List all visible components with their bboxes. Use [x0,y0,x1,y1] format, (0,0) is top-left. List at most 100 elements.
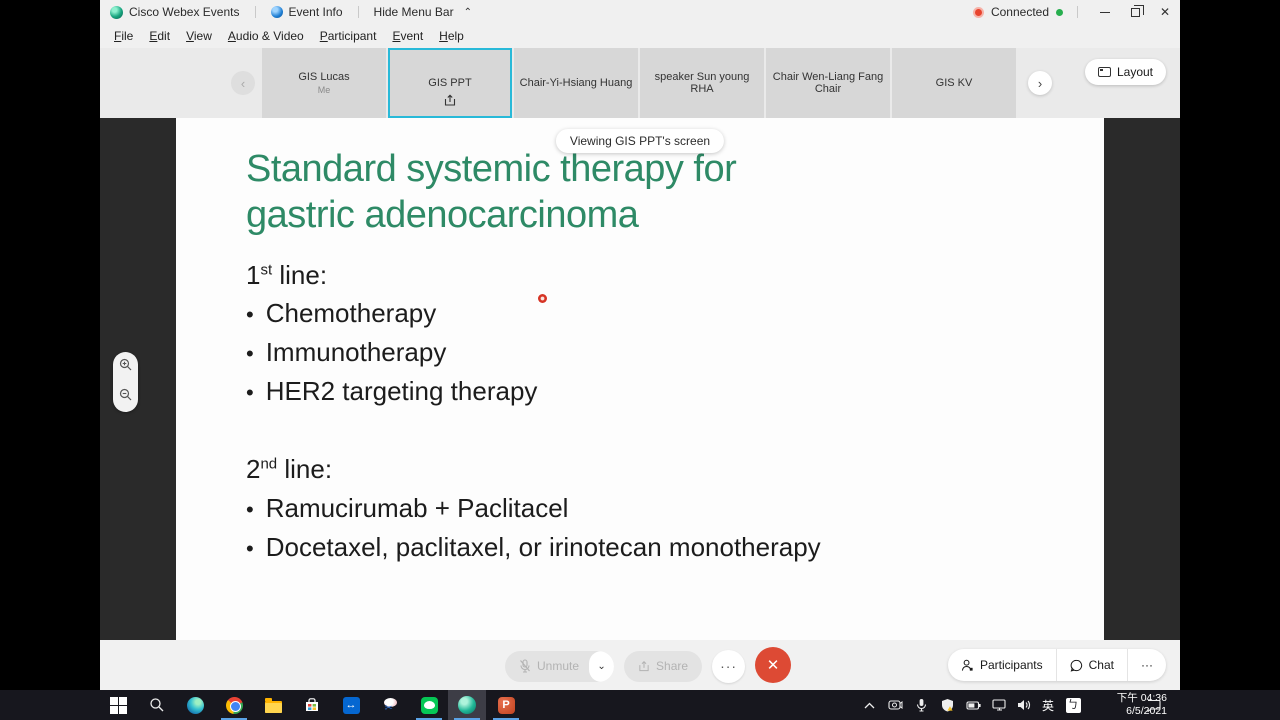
line-icon[interactable] [410,690,448,720]
webex-window: Cisco Webex Events Event Info Hide Menu … [100,0,1180,690]
connection-status: Connected [991,5,1049,19]
tray-ime-mode[interactable]: ㄅ [1060,690,1086,720]
participants-button[interactable]: Participants [948,649,1056,681]
viewing-screen-banner: Viewing GIS PPT's screen [556,129,724,153]
panel-buttons: Participants Chat ··· [948,649,1166,681]
search-button[interactable] [138,690,176,720]
participant-filmstrip: ‹ GIS Lucas Me GIS PPT Chair-Yi-Hsiang H… [100,48,1180,118]
webex-logo-icon [110,6,123,19]
tray-ime-language[interactable]: 英 [1035,690,1061,720]
divider [255,6,256,18]
slide-bullet: • Docetaxel, paclitaxel, or irinotecan m… [246,532,821,566]
windows-taskbar: ↔ ✂ P 英 ㄅ 下午 04:36 6/5/2021 [0,690,1280,720]
restore-button[interactable] [1120,0,1150,24]
menu-edit[interactable]: Edit [141,26,178,46]
slide-bullet: • Chemotherapy [246,298,436,332]
meeting-controlbar: Unmute ⌄ Share ··· ✕ Participants Chat ·… [100,640,1180,690]
menu-event[interactable]: Event [384,26,431,46]
chat-button[interactable]: Chat [1056,649,1127,681]
tray-battery-icon[interactable] [960,690,986,720]
tray-volume-icon[interactable] [1011,690,1037,720]
event-info-icon [271,6,283,18]
minimize-button[interactable] [1090,0,1120,24]
participant-tile[interactable]: Chair Wen-Liang Fang Chair [766,48,890,118]
leave-meeting-button[interactable]: ✕ [755,647,791,683]
start-button[interactable] [99,690,137,720]
edge-icon[interactable] [176,690,214,720]
participant-tile[interactable]: GIS KV [892,48,1016,118]
participants-label: Participants [980,658,1043,672]
zoom-controls [113,352,138,412]
bullet-icon: • [246,337,254,371]
divider [358,6,359,18]
slide-bullet: • HER2 targeting therapy [246,376,537,410]
more-options-button[interactable]: ··· [712,650,745,683]
participant-name: GIS KV [932,77,977,89]
participant-name: GIS Lucas [294,71,353,83]
teamviewer-icon[interactable]: ↔ [332,690,370,720]
file-explorer-icon[interactable] [254,690,292,720]
menu-file[interactable]: File [106,26,141,46]
zoom-out-button[interactable] [119,388,132,406]
layout-label: Layout [1117,65,1153,79]
participant-name: speaker Sun young RHA [640,71,764,95]
filmstrip-next-button[interactable]: › [1028,71,1052,95]
slide-section-1st-line: 1st line: [246,260,327,291]
menu-view[interactable]: View [178,26,220,46]
participant-tile[interactable]: speaker Sun young RHA [640,48,764,118]
audio-options-caret[interactable]: ⌄ [589,651,614,682]
chat-label: Chat [1089,658,1114,672]
chevron-up-icon[interactable]: ⌃ [464,7,472,18]
tray-camera-icon[interactable] [882,690,908,720]
divider [1077,6,1078,18]
participant-name: Chair Wen-Liang Fang Chair [766,71,890,95]
participant-name: GIS PPT [424,77,475,89]
laser-pointer-dot [538,294,547,303]
chat-icon [1070,659,1083,672]
menu-audio-video[interactable]: Audio & Video [220,26,312,46]
webex-taskbar-icon[interactable] [448,690,486,720]
bullet-icon: • [246,376,254,410]
slide-bullet: • Immunotherapy [246,337,446,371]
bullet-icon: • [246,298,254,332]
participant-tile-presenting[interactable]: GIS PPT [388,48,512,118]
slide-section-2nd-line: 2nd line: [246,454,332,485]
shared-screen-stage: Standard systemic therapy for gastric ad… [100,118,1180,640]
powerpoint-icon[interactable]: P [487,690,525,720]
layout-button[interactable]: Layout [1085,59,1166,85]
action-center-icon[interactable] [1140,690,1166,720]
share-icon [638,660,650,673]
layout-icon [1098,67,1111,77]
participant-tile[interactable]: GIS Lucas Me [262,48,386,118]
tray-network-icon[interactable] [986,690,1012,720]
share-label: Share [656,659,688,673]
event-info-button[interactable]: Event Info [289,5,343,19]
participant-tile[interactable]: Chair-Yi-Hsiang Huang [514,48,638,118]
unmute-group: Unmute ⌄ [505,651,614,682]
tray-microphone-icon[interactable] [908,690,934,720]
tray-security-shield-icon[interactable] [934,690,960,720]
screen-share-icon [444,94,457,112]
bullet-icon: • [246,493,254,527]
close-button[interactable]: ✕ [1150,0,1180,24]
snipping-app-icon[interactable]: ✂ [371,690,409,720]
menu-participant[interactable]: Participant [312,26,385,46]
chrome-icon[interactable] [215,690,253,720]
record-status-icon [973,7,984,18]
microsoft-store-icon[interactable] [293,690,331,720]
more-panels-button[interactable]: ··· [1127,649,1166,681]
slide-bullet: • Ramucirumab + Paclitacel [246,493,568,527]
share-button[interactable]: Share [624,651,702,682]
menu-help[interactable]: Help [431,26,472,46]
mic-muted-icon [519,659,531,673]
participants-icon [961,659,974,672]
unmute-button[interactable]: Unmute [505,651,589,682]
zoom-in-button[interactable] [119,358,132,376]
tray-expand-chevron[interactable] [856,690,882,720]
unmute-label: Unmute [537,659,579,673]
filmstrip-prev-button[interactable]: ‹ [231,71,255,95]
hide-menu-bar-button[interactable]: Hide Menu Bar [374,5,454,19]
participant-sub-label: Me [318,85,331,95]
connected-dot-icon [1056,9,1063,16]
menubar: File Edit View Audio & Video Participant… [100,24,1180,48]
